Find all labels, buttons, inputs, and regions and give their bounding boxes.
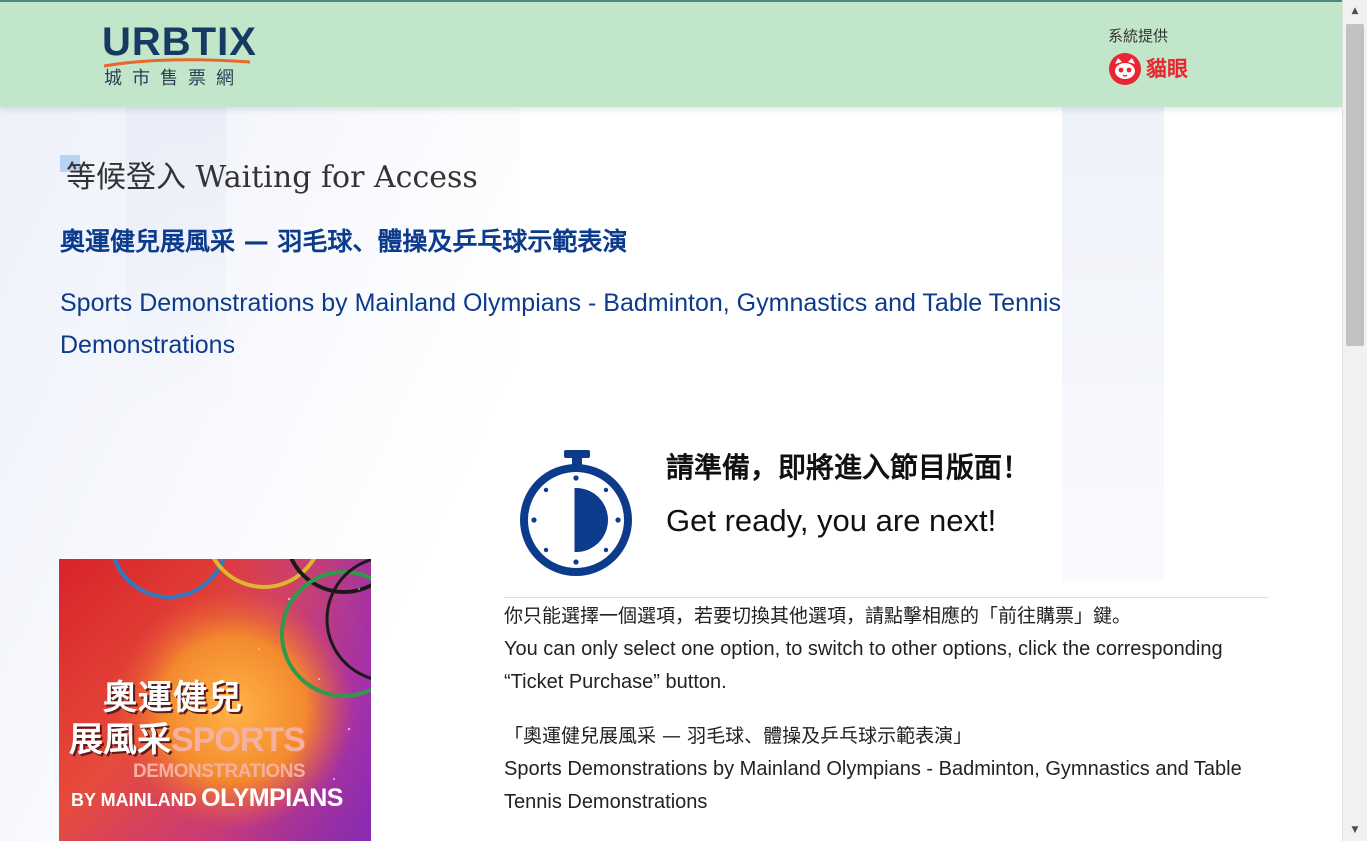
page-title: 等候登入 Waiting for Access xyxy=(66,160,478,195)
provider-name: 貓眼 xyxy=(1146,57,1188,81)
poster-line4: BY MAINLAND OLYMPIANS xyxy=(71,783,343,817)
selected-event: 「奧運健兒展風采 — 羽毛球、體操及乒乓球示範表演」 Sports Demons… xyxy=(504,720,1274,819)
urbtix-logo[interactable]: URBTIX 城市售票網 xyxy=(102,20,256,92)
event-poster: 奧運健兒 展風采SPORTS DEMONSTRATIONS BY MAINLAN… xyxy=(59,559,371,841)
ready-heading-zh: 請準備，即將進入節目版面！ xyxy=(666,451,1031,484)
note-en: You can only select one option, to switc… xyxy=(504,638,1223,693)
poster-title-zh: 奧運健兒 xyxy=(103,678,243,718)
selected-event-en: Sports Demonstrations by Mainland Olympi… xyxy=(504,758,1242,813)
site-header: URBTIX 城市售票網 系統提供 貓眼 xyxy=(0,0,1342,107)
page-viewport: URBTIX 城市售票網 系統提供 貓眼 等候登入 Waiting for Ac… xyxy=(0,0,1342,841)
event-title-en: Sports Demonstrations by Mainland Olympi… xyxy=(60,289,1061,359)
provider-label: 系統提供 xyxy=(1108,27,1169,45)
poster-by-mainland: BY MAINLAND xyxy=(71,790,197,810)
scrollbar-thumb[interactable] xyxy=(1346,24,1364,346)
note-zh: 你只能選擇一個選項，若要切換其他選項，請點擊相應的「前往購票」鍵。 xyxy=(504,605,1132,627)
provider-brand[interactable]: 貓眼 xyxy=(1108,52,1218,86)
ready-heading-en: Get ready, you are next! xyxy=(666,503,997,538)
poster-line2: 展風采SPORTS xyxy=(69,720,306,765)
selected-event-zh: 「奧運健兒展風采 — 羽毛球、體操及乒乓球示範表演」 xyxy=(504,725,973,747)
divider xyxy=(504,597,1268,598)
poster-subtitle: DEMONSTRATIONS xyxy=(133,761,306,782)
vertical-scrollbar[interactable]: ▲ ▼ xyxy=(1342,0,1367,841)
poster-olympians: OLYMPIANS xyxy=(201,784,343,812)
cat-eye-logo-icon xyxy=(1109,53,1141,85)
poster-title-zh-2: 展風采 xyxy=(69,720,171,760)
arrow-up-icon[interactable]: ▲ xyxy=(1343,0,1367,22)
event-title-zh: 奧運健兒展風采 — 羽毛球、體操及乒乓球示範表演 xyxy=(60,227,628,256)
stopwatch-icon xyxy=(520,450,632,576)
system-provider: 系統提供 貓眼 xyxy=(1108,26,1218,86)
arrow-down-icon[interactable]: ▼ xyxy=(1343,819,1367,841)
logo-subtitle: 城市售票網 xyxy=(104,68,244,89)
logo-swoosh-icon xyxy=(103,58,251,68)
poster-title-en: SPORTS xyxy=(171,721,306,759)
option-note: 你只能選擇一個選項，若要切換其他選項，請點擊相應的「前往購票」鍵。 You ca… xyxy=(504,600,1274,699)
